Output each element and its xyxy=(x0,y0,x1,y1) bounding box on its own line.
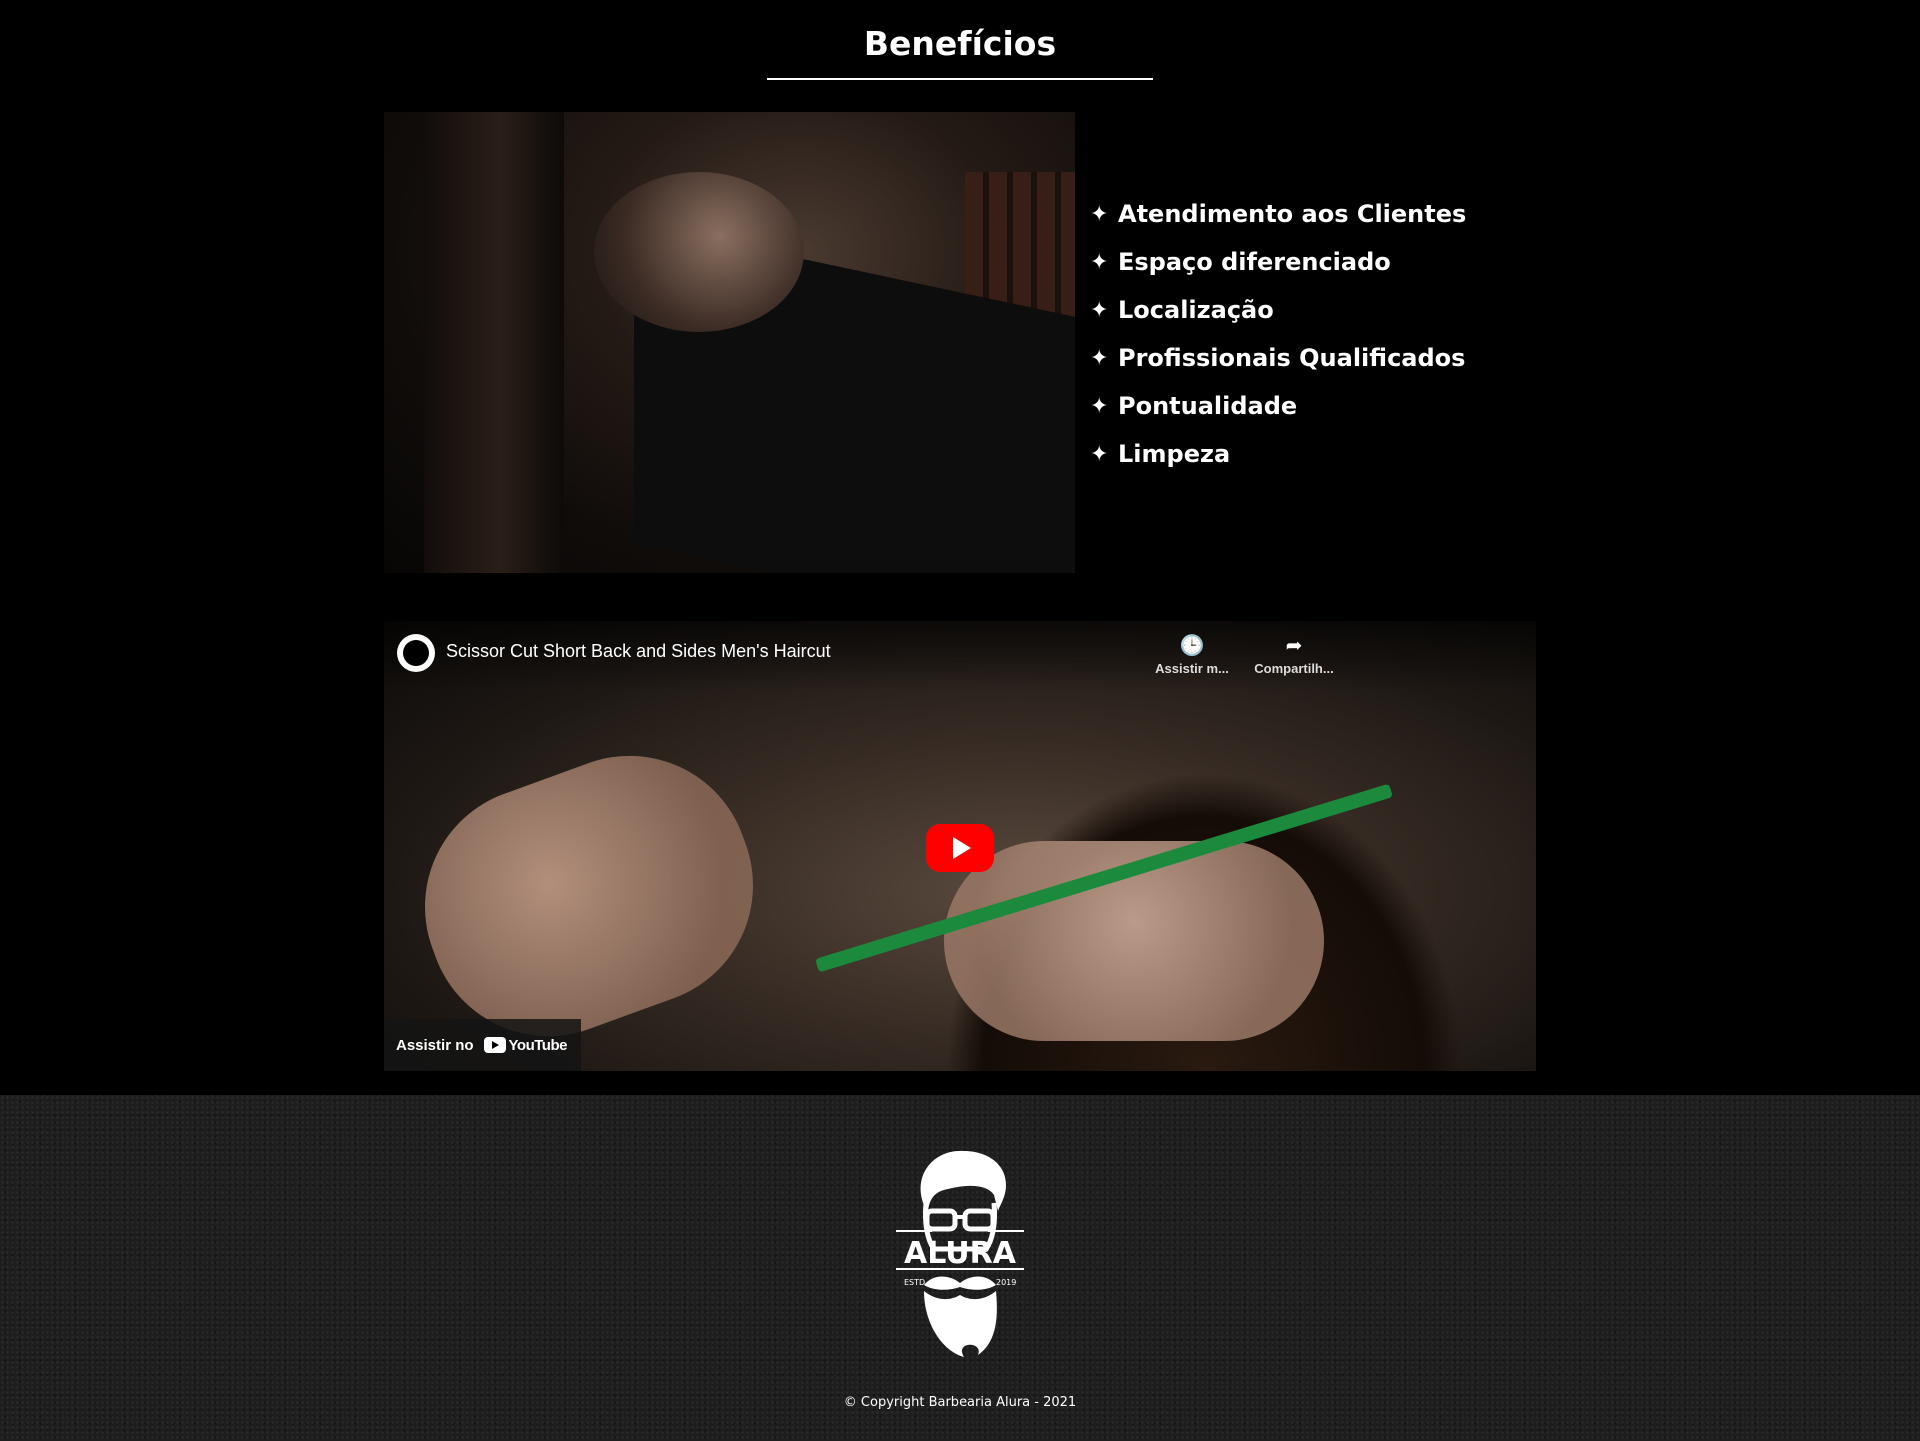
svg-text:2019: 2019 xyxy=(996,1278,1016,1287)
benefit-label: Espaço diferenciado xyxy=(1118,248,1391,276)
copyright-text: © Copyright Barbearia Alura - 2021 xyxy=(843,1395,1077,1410)
svg-text:ESTD: ESTD xyxy=(904,1278,925,1287)
benefit-label: Pontualidade xyxy=(1118,392,1298,420)
youtube-embed[interactable]: Scissor Cut Short Back and Sides Men's H… xyxy=(384,621,1536,1071)
watch-later-button[interactable]: 🕒 Assistir m... xyxy=(1147,633,1237,676)
benefit-label: Profissionais Qualificados xyxy=(1118,344,1466,372)
sparkle-star-icon: ✦ xyxy=(1090,345,1109,371)
sparkle-star-icon: ✦ xyxy=(1090,249,1109,275)
watch-later-label: Assistir m... xyxy=(1155,661,1229,676)
benefit-item: ✦ Profissionais Qualificados xyxy=(1090,334,1466,382)
sparkle-star-icon: ✦ xyxy=(1090,393,1109,419)
channel-avatar[interactable] xyxy=(397,634,435,672)
benefit-item: ✦ Limpeza xyxy=(1090,430,1466,478)
benefit-item: ✦ Espaço diferenciado xyxy=(1090,238,1466,286)
photo-barber-arm xyxy=(424,112,564,573)
photo-client-head xyxy=(594,172,804,332)
sparkle-star-icon: ✦ xyxy=(1090,201,1109,227)
barber-shaving-photo xyxy=(384,112,1075,573)
video-top-bar: Scissor Cut Short Back and Sides Men's H… xyxy=(384,621,1536,691)
benefit-label: Atendimento aos Clientes xyxy=(1118,200,1467,228)
youtube-play-icon xyxy=(483,1037,506,1053)
play-button[interactable] xyxy=(926,824,994,872)
youtube-logo: YouTube xyxy=(483,1036,568,1054)
benefits-list: ✦ Atendimento aos Clientes ✦ Espaço difere… xyxy=(1090,190,1466,478)
benefit-label: Localização xyxy=(1118,296,1274,324)
section-title: Benefícios xyxy=(863,24,1057,63)
beard-icon xyxy=(403,640,429,666)
sparkle-star-icon: ✦ xyxy=(1090,441,1109,467)
alura-barber-logo: ALURA ESTD 2019 xyxy=(896,1150,1024,1357)
share-label: Compartilh... xyxy=(1254,661,1334,676)
svg-text:ALURA: ALURA xyxy=(904,1236,1017,1271)
share-arrow-icon: ➦ xyxy=(1285,635,1303,657)
benefits-section: Benefícios ✦ Atendimento aos Clientes ✦ Es… xyxy=(0,0,1920,1095)
benefit-item: ✦ Pontualidade xyxy=(1090,382,1466,430)
sparkle-star-icon: ✦ xyxy=(1090,297,1109,323)
play-icon xyxy=(953,837,971,859)
title-underline xyxy=(767,78,1153,80)
benefit-label: Limpeza xyxy=(1118,440,1231,468)
benefit-item: ✦ Localização xyxy=(1090,286,1466,334)
video-title-link[interactable]: Scissor Cut Short Back and Sides Men's H… xyxy=(446,641,831,662)
clock-icon: 🕒 xyxy=(1179,635,1205,657)
video-left-hand xyxy=(391,722,787,1070)
watch-on-label: Assistir no xyxy=(396,1036,474,1054)
benefit-item: ✦ Atendimento aos Clientes xyxy=(1090,190,1466,238)
watch-on-youtube-button[interactable]: Assistir no YouTube xyxy=(384,1019,581,1071)
youtube-wordmark: YouTube xyxy=(508,1036,568,1054)
share-button[interactable]: ➦ Compartilh... xyxy=(1249,633,1339,676)
